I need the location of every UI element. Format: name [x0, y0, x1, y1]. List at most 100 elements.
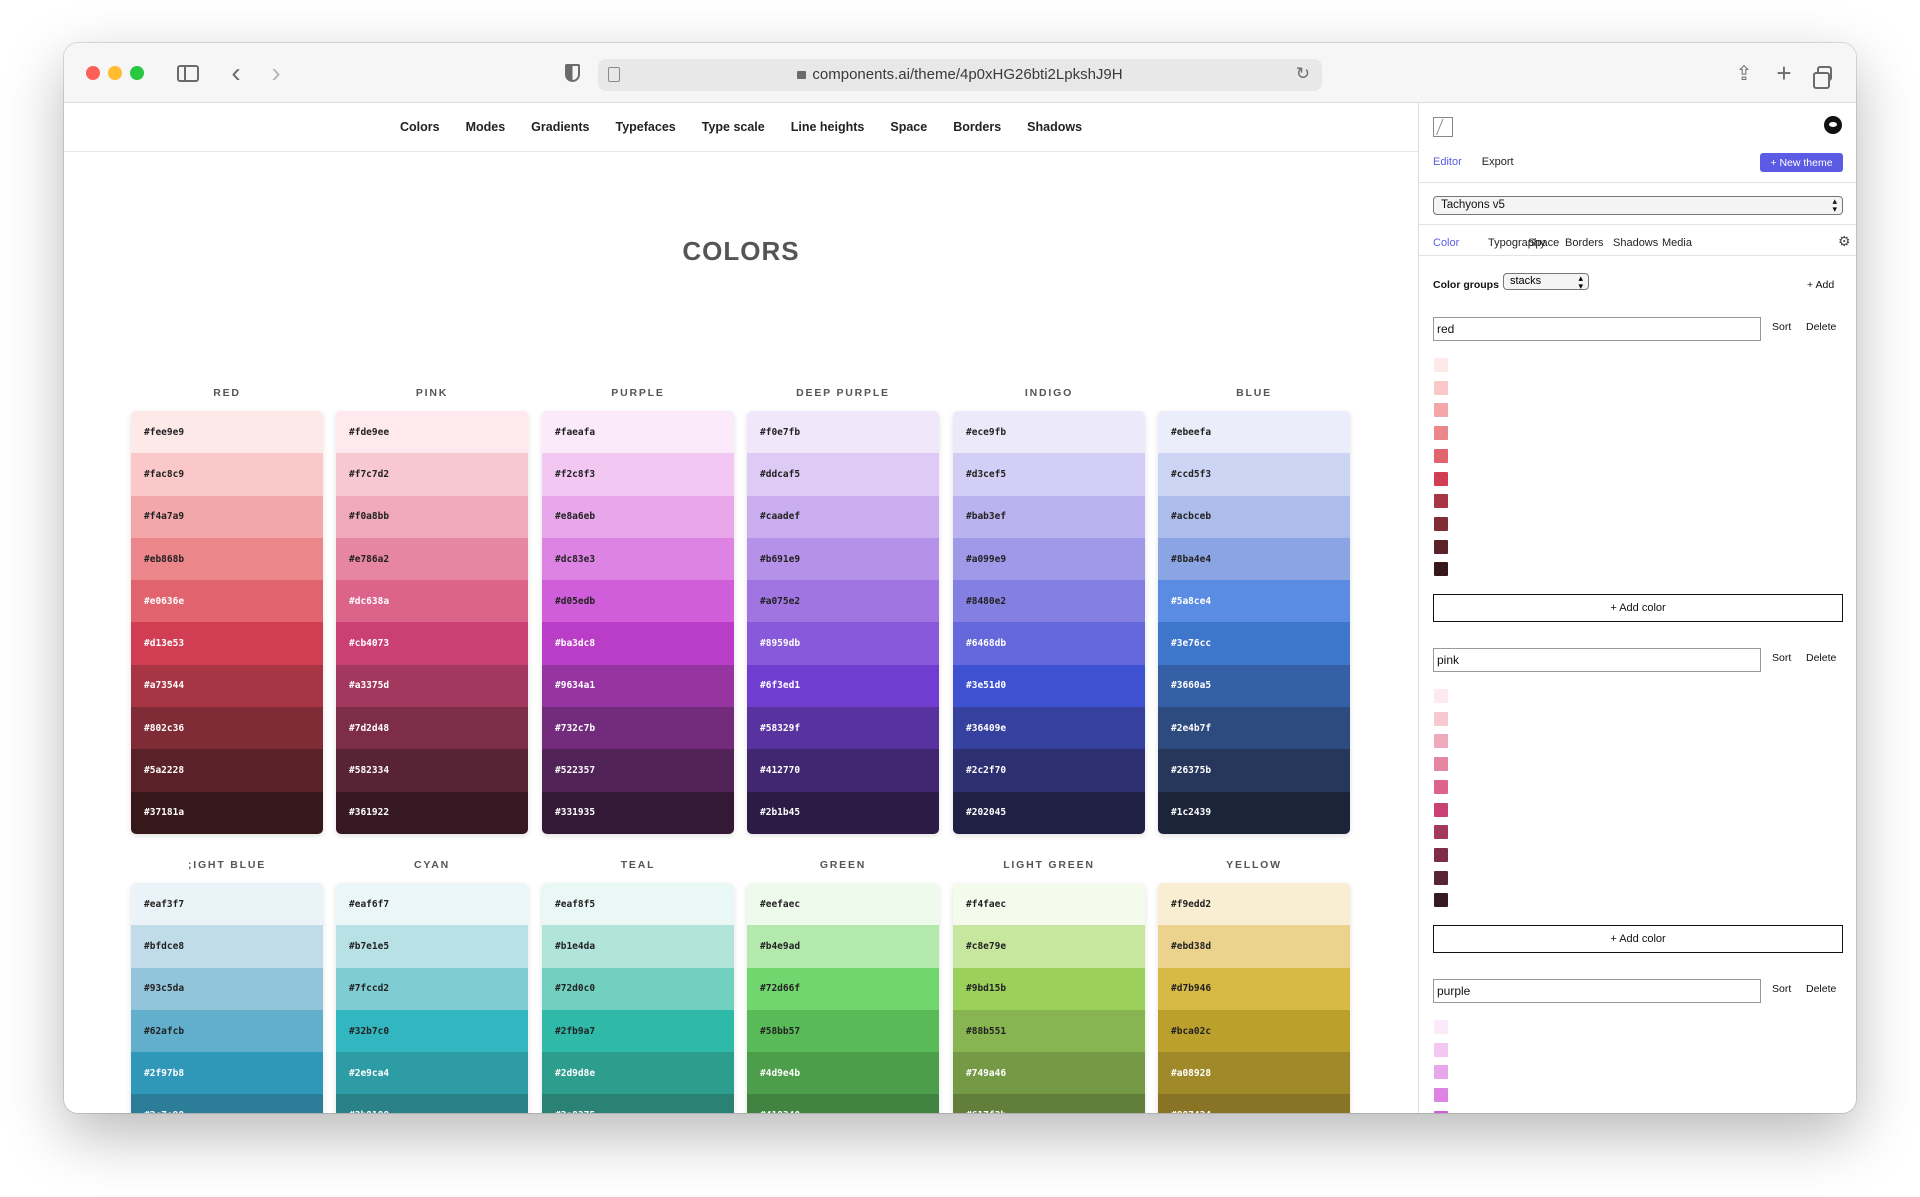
new-tab-icon[interactable]: + [1772, 58, 1796, 88]
tab-export[interactable]: Export [1482, 156, 1514, 168]
color-swatch[interactable]: #c8e79e [953, 925, 1145, 968]
color-swatch[interactable]: #72d0c0 [542, 967, 734, 1010]
group-name-input[interactable]: pink [1433, 648, 1761, 672]
color-chip[interactable] [1434, 426, 1448, 441]
color-swatch[interactable]: #f4faec [953, 883, 1145, 926]
color-chip[interactable] [1434, 1042, 1448, 1057]
subtab-color[interactable]: Color [1433, 237, 1459, 249]
color-swatch[interactable]: #2fb9a7 [542, 1009, 734, 1053]
color-swatch[interactable]: #5a8ce4 [1158, 580, 1350, 623]
add-group-button[interactable]: + Add [1807, 279, 1834, 291]
color-swatch[interactable]: #802c36 [131, 707, 323, 750]
color-swatch[interactable]: #522357 [542, 749, 734, 792]
color-swatch[interactable]: #8959db [747, 622, 939, 665]
sort-button[interactable]: Sort [1772, 652, 1791, 664]
color-swatch[interactable]: #f4a7a9 [131, 495, 323, 538]
nav-link-type-scale[interactable]: Type scale [689, 120, 778, 134]
color-chip[interactable] [1434, 539, 1448, 554]
color-chip[interactable] [1434, 825, 1448, 840]
color-swatch[interactable]: #4d9e4b [747, 1052, 939, 1095]
color-chip[interactable] [1434, 802, 1448, 817]
color-swatch[interactable]: #b1e4da [542, 925, 734, 968]
color-swatch[interactable]: #6f3ed1 [747, 664, 939, 708]
add-color-button[interactable]: + Add color [1433, 594, 1843, 622]
color-swatch[interactable]: #26375b [1158, 749, 1350, 792]
color-swatch[interactable]: #bfdce8 [131, 925, 323, 968]
new-theme-button[interactable]: + New theme [1760, 153, 1843, 172]
subtab-space[interactable]: Space [1528, 237, 1559, 249]
minimize-window-button[interactable] [108, 66, 122, 80]
color-swatch[interactable]: #418340 [747, 1094, 939, 1113]
color-swatch[interactable]: #eaf3f7 [131, 883, 323, 926]
color-swatch[interactable]: #732c7b [542, 707, 734, 750]
color-swatch[interactable]: #7d2d48 [336, 707, 528, 750]
color-chip[interactable] [1434, 380, 1448, 395]
color-swatch[interactable]: #202045 [953, 791, 1145, 834]
color-swatch[interactable]: #2c2f70 [953, 749, 1145, 792]
color-swatch[interactable]: #32b7c0 [336, 1009, 528, 1053]
nav-link-gradients[interactable]: Gradients [518, 120, 602, 134]
color-swatch[interactable]: #72d66f [747, 967, 939, 1010]
color-swatch[interactable]: #fee9e9 [131, 411, 323, 454]
color-chip[interactable] [1434, 893, 1448, 908]
subtab-borders[interactable]: Borders [1565, 237, 1604, 249]
color-chip[interactable] [1434, 779, 1448, 794]
color-swatch[interactable]: #8ba4e4 [1158, 537, 1350, 581]
color-swatch[interactable]: #6468db [953, 622, 1145, 665]
color-swatch[interactable]: #b691e9 [747, 537, 939, 581]
color-swatch[interactable]: #b7e1e5 [336, 925, 528, 968]
color-swatch[interactable]: #f7c7d2 [336, 453, 528, 496]
color-chip[interactable] [1434, 847, 1448, 862]
delete-button[interactable]: Delete [1806, 983, 1836, 995]
color-swatch[interactable]: #f0a8bb [336, 495, 528, 538]
color-chip[interactable] [1434, 1110, 1448, 1113]
color-swatch[interactable]: #ebeefa [1158, 411, 1350, 454]
color-swatch[interactable]: #58329f [747, 707, 939, 750]
color-swatch[interactable]: #88b551 [953, 1009, 1145, 1053]
color-swatch[interactable]: #a73544 [131, 664, 323, 708]
nav-link-modes[interactable]: Modes [453, 120, 519, 134]
color-swatch[interactable]: #1c2439 [1158, 791, 1350, 834]
color-swatch[interactable]: #d13e53 [131, 622, 323, 665]
color-swatch[interactable]: #bca02c [1158, 1009, 1350, 1053]
color-chip[interactable] [1434, 448, 1448, 463]
nav-link-borders[interactable]: Borders [940, 120, 1014, 134]
nav-link-colors[interactable]: Colors [387, 120, 453, 134]
privacy-shield-icon[interactable] [560, 59, 584, 87]
address-bar[interactable]: components.ai/theme/4p0xHG26bti2LpkshJ9H… [598, 59, 1322, 91]
color-chip[interactable] [1434, 870, 1448, 885]
color-chip[interactable] [1434, 516, 1448, 531]
color-swatch[interactable]: #cb4073 [336, 622, 528, 665]
delete-button[interactable]: Delete [1806, 652, 1836, 664]
color-swatch[interactable]: #bab3ef [953, 495, 1145, 538]
color-swatch[interactable]: #93c5da [131, 967, 323, 1010]
color-swatch[interactable]: #ccd5f3 [1158, 453, 1350, 496]
color-swatch[interactable]: #ba3dc8 [542, 622, 734, 665]
delete-button[interactable]: Delete [1806, 321, 1836, 333]
color-swatch[interactable]: #caadef [747, 495, 939, 538]
color-swatch[interactable]: #36409e [953, 707, 1145, 750]
group-name-input[interactable]: purple [1433, 979, 1761, 1003]
color-chip[interactable] [1434, 734, 1448, 749]
color-swatch[interactable]: #faeafa [542, 411, 734, 454]
color-swatch[interactable]: #331935 [542, 791, 734, 834]
color-swatch[interactable]: #2e9ca4 [336, 1052, 528, 1095]
color-swatch[interactable]: #3e76cc [1158, 622, 1350, 665]
gear-icon[interactable]: ⚙ [1838, 233, 1851, 250]
sort-button[interactable]: Sort [1772, 321, 1791, 333]
color-swatch[interactable]: #b4e9ad [747, 925, 939, 968]
color-swatch[interactable]: #acbceb [1158, 495, 1350, 538]
color-swatch[interactable]: #dc638a [336, 580, 528, 623]
color-swatch[interactable]: #617f3b [953, 1094, 1145, 1113]
color-swatch[interactable]: #d7b946 [1158, 967, 1350, 1010]
close-window-button[interactable] [86, 66, 100, 80]
color-swatch[interactable]: #2b8188 [336, 1094, 528, 1113]
tab-overview-icon[interactable] [1812, 59, 1836, 89]
color-swatch[interactable]: #62afcb [131, 1009, 323, 1053]
back-arrow-icon[interactable]: ‹ [224, 57, 248, 88]
nav-link-typefaces[interactable]: Typefaces [603, 120, 689, 134]
color-swatch[interactable]: #ebd38d [1158, 925, 1350, 968]
sidebar-toggle-icon[interactable] [175, 59, 201, 87]
color-chip[interactable] [1434, 1065, 1448, 1080]
color-swatch[interactable]: #3e51d0 [953, 664, 1145, 708]
